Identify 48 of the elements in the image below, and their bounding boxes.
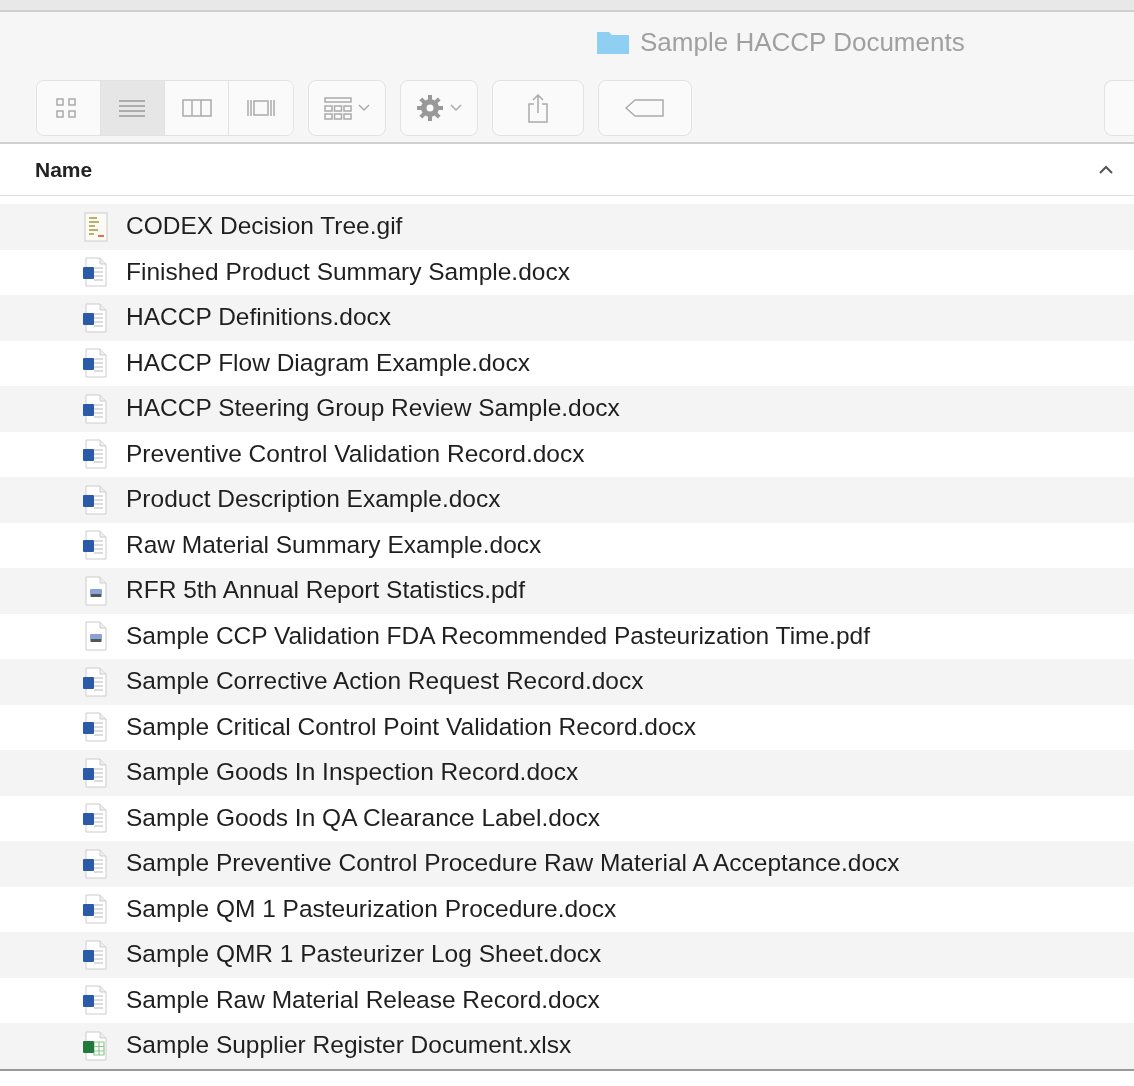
group-button[interactable] [308, 80, 386, 136]
share-icon [528, 93, 548, 123]
word-document-icon [82, 894, 108, 925]
word-document-icon [82, 484, 108, 515]
file-name[interactable]: HACCP Definitions.docx [126, 299, 392, 337]
word-document-icon [82, 257, 108, 288]
word-document-icon [82, 939, 108, 970]
word-document-icon [82, 757, 108, 788]
pdf-document-icon [82, 621, 108, 652]
grid-icon [324, 96, 352, 120]
word-document-icon [82, 985, 108, 1016]
file-name[interactable]: Sample Raw Material Release Record.docx [126, 981, 600, 1019]
toolbar-button[interactable] [1104, 80, 1134, 136]
file-name[interactable]: Sample QM 1 Pasteurization Procedure.docx [126, 890, 617, 928]
pdf-document-icon [82, 575, 108, 606]
file-name[interactable]: Preventive Control Validation Record.docx [126, 435, 585, 473]
folder-icon [596, 29, 630, 55]
list-view-button[interactable] [101, 81, 165, 135]
file-name[interactable]: HACCP Flow Diagram Example.docx [126, 344, 530, 382]
view-mode-control[interactable] [36, 80, 294, 136]
file-name[interactable]: Raw Material Summary Example.docx [126, 526, 542, 564]
image-file-icon [82, 211, 108, 242]
chevron-down-icon [358, 104, 370, 112]
sort-chevron-icon[interactable] [1098, 163, 1114, 176]
column-header[interactable]: Name [35, 153, 93, 186]
word-document-icon [82, 439, 108, 470]
word-document-icon [82, 348, 108, 379]
share-button[interactable] [492, 80, 584, 136]
settings-button[interactable] [400, 80, 478, 136]
tag-button[interactable] [598, 80, 692, 136]
file-name[interactable]: Sample Critical Control Point Validation Record.docx [126, 708, 697, 746]
columns-icon [181, 96, 212, 120]
window-title: Sample HACCP Documents [640, 25, 965, 59]
word-document-icon [82, 848, 108, 879]
tag-icon [625, 99, 665, 117]
word-document-icon [82, 666, 108, 697]
word-document-icon [82, 302, 108, 333]
word-document-icon [82, 803, 108, 834]
spreadsheet-icon [82, 1030, 108, 1061]
word-document-icon [82, 712, 108, 743]
icons-view-button[interactable] [37, 81, 101, 135]
file-name[interactable]: Sample Goods In QA Clearance Label.docx [126, 799, 600, 837]
word-document-icon [82, 530, 108, 561]
file-name[interactable]: Sample CCP Validation FDA Recommended Pasteurization Time.pdf [126, 617, 870, 655]
gear-icon [416, 94, 444, 122]
word-document-icon [82, 393, 108, 424]
file-name[interactable]: Finished Product Summary Sample.docx [126, 253, 570, 291]
chevron-down-icon [450, 104, 462, 112]
